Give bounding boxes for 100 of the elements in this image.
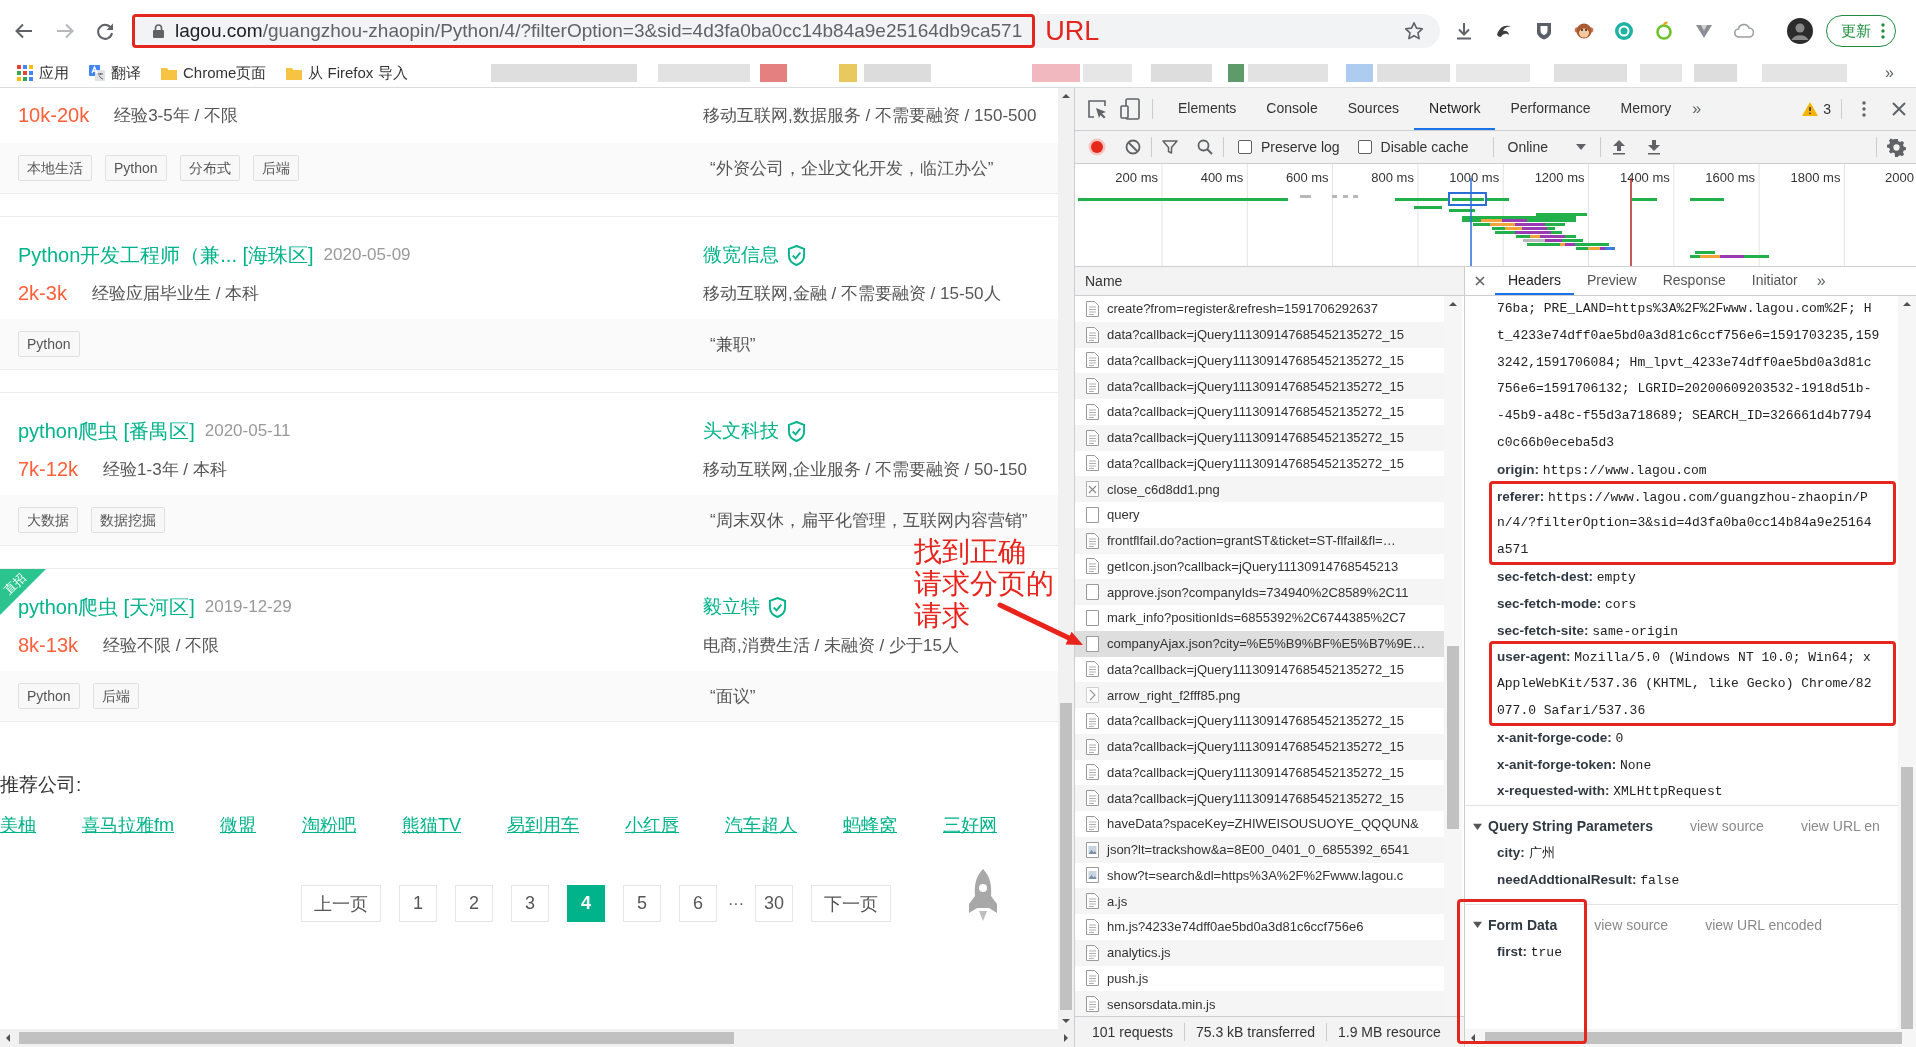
request-row[interactable]: close_c6d8dd1.png <box>1075 476 1444 502</box>
column-header[interactable]: Name <box>1075 267 1464 296</box>
warning-count[interactable]: 3 <box>1823 101 1831 117</box>
close-icon[interactable] <box>1892 102 1906 116</box>
view-link[interactable]: view URL en <box>1800 818 1880 835</box>
scrollbar-thumb[interactable] <box>19 1032 734 1044</box>
update-button[interactable]: 更新 <box>1826 15 1896 47</box>
detail-tab[interactable]: Headers <box>1495 267 1574 295</box>
page-button[interactable]: 30 <box>755 885 793 922</box>
settings-icon[interactable] <box>1887 137 1906 157</box>
request-row[interactable]: data?callback=jQuery111309147685452135272_15 <box>1075 373 1444 399</box>
avatar-icon[interactable] <box>1787 18 1813 44</box>
devtools-tab[interactable]: Performance <box>1495 88 1606 130</box>
request-row[interactable]: arrow_right_f2fff85.png <box>1075 682 1444 708</box>
scrollbar-thumb[interactable] <box>1901 767 1913 1029</box>
checkbox[interactable] <box>1357 140 1372 154</box>
blank-file-icon <box>1086 584 1099 601</box>
scrollbar-thumb[interactable] <box>1485 1032 1902 1044</box>
search-icon[interactable] <box>1197 139 1213 155</box>
page-button[interactable]: 1 <box>399 885 437 922</box>
view-link[interactable]: view source <box>1689 818 1764 835</box>
request-row[interactable]: data?callback=jQuery111309147685452135272_15 <box>1075 424 1444 451</box>
page-button[interactable]: 3 <box>511 885 549 922</box>
expand-triangle-icon[interactable] <box>1473 821 1482 831</box>
skill-tag[interactable]: 后端 <box>92 683 139 709</box>
request-row[interactable]: data?callback=jQuery111309147685452135272_15 <box>1075 733 1444 760</box>
inspect-icon[interactable] <box>1086 98 1108 120</box>
skill-tag[interactable]: 大数据 <box>18 507 78 533</box>
skill-tag[interactable]: 分布式 <box>179 155 240 181</box>
disc-icon[interactable] <box>1614 21 1634 41</box>
devtools-tab[interactable]: Elements <box>1163 88 1252 130</box>
request-row[interactable]: approve.json?companyIds=734940%2C8589%2C11 <box>1075 579 1444 605</box>
scrollbar[interactable] <box>1058 88 1074 1029</box>
request-row[interactable]: data?callback=jQuery111309147685452135272_15 <box>1075 321 1444 348</box>
scrollbar[interactable] <box>1444 296 1462 1016</box>
request-row[interactable]: sensorsdata.min.js <box>1075 991 1444 1016</box>
clear-icon[interactable] <box>1125 139 1141 155</box>
devtools-tab[interactable]: Sources <box>1332 88 1415 130</box>
scrollbar[interactable] <box>1898 296 1916 1029</box>
more-bookmarks-button[interactable]: » <box>1885 64 1894 82</box>
page-button[interactable]: 5 <box>623 885 661 922</box>
skill-tag[interactable]: Python <box>18 683 80 709</box>
download-icon[interactable] <box>1454 21 1474 41</box>
monkey-icon[interactable] <box>1574 21 1594 41</box>
more-tabs-button[interactable]: » <box>1686 100 1708 118</box>
skill-tag[interactable]: Python <box>105 155 167 181</box>
bookmark[interactable]: Chrome页面 <box>161 63 267 83</box>
bookmark[interactable]: 翻译 <box>89 63 141 83</box>
detail-tab[interactable]: Preview <box>1573 267 1650 295</box>
preserve-log-checkbox[interactable]: Preserve log <box>1238 139 1340 155</box>
skill-tag[interactable]: 数据挖掘 <box>91 507 165 533</box>
reload-icon[interactable] <box>95 21 115 41</box>
page-button[interactable]: 2 <box>455 885 493 922</box>
device-icon[interactable] <box>1120 98 1142 120</box>
upload-icon[interactable] <box>1611 139 1627 155</box>
detail-tab[interactable]: Response <box>1649 267 1739 295</box>
expand-triangle-icon[interactable] <box>1473 920 1482 930</box>
throttling-select[interactable]: Online <box>1507 139 1586 155</box>
bookmark[interactable]: 从 Firefox 导入 <box>286 63 408 83</box>
devtools-tab[interactable]: Memory <box>1605 88 1687 130</box>
skill-tag[interactable]: Python <box>18 331 80 357</box>
section-title[interactable]: Query String Parameters <box>1488 818 1653 835</box>
scrollbar-thumb[interactable] <box>1060 703 1072 1010</box>
next-page-button[interactable]: 下一页 <box>811 885 891 922</box>
request-row[interactable]: a.js <box>1075 888 1444 914</box>
detail-tab[interactable]: Initiator <box>1738 267 1811 295</box>
filter-icon[interactable] <box>1162 139 1178 155</box>
request-row[interactable]: json?lt=trackshow&a=8E00_0401_0_6855392_6541 <box>1075 836 1444 863</box>
disable-cache-checkbox[interactable]: Disable cache <box>1357 139 1469 155</box>
star-icon[interactable] <box>1404 21 1424 41</box>
prev-page-button[interactable]: 上一页 <box>301 885 381 922</box>
cross-image-icon <box>1086 481 1099 498</box>
skill-tag[interactable]: 后端 <box>252 155 299 181</box>
view-link[interactable]: view URL encoded <box>1705 916 1823 933</box>
record-icon[interactable] <box>1088 138 1106 156</box>
request-row[interactable]: companyAjax.json?city=%E5%B9%BF%E5%B7%9E… <box>1075 630 1444 657</box>
kebab-icon[interactable] <box>1862 101 1866 117</box>
request-row[interactable]: analytics.js <box>1075 939 1444 966</box>
back-icon[interactable] <box>14 21 34 41</box>
request-row[interactable]: data?callback=jQuery111309147685452135272_15 <box>1075 785 1444 811</box>
shield-icon[interactable] <box>1534 21 1554 41</box>
view-link[interactable]: view source <box>1594 916 1669 933</box>
bookmark[interactable]: 应用 <box>17 63 69 83</box>
scrollbar[interactable] <box>0 1029 1074 1047</box>
skill-tag[interactable]: 本地生活 <box>18 155 92 181</box>
more-tabs-button[interactable]: » <box>1810 272 1832 290</box>
checkbox[interactable] <box>1238 140 1252 154</box>
timing-bar <box>1353 195 1358 198</box>
cloud-icon[interactable] <box>1734 21 1754 41</box>
request-row[interactable]: frontflfail.do?action=grantST&ticket=ST-flfail&fl=… <box>1075 527 1444 554</box>
image-file-icon <box>1086 867 1099 884</box>
page-button[interactable]: 6 <box>679 885 717 922</box>
download-icon[interactable] <box>1646 139 1662 155</box>
scrollbar-thumb[interactable] <box>1447 646 1459 829</box>
devtools-tab[interactable]: Console <box>1251 88 1333 130</box>
section-title[interactable]: Form Data <box>1488 916 1558 933</box>
warning-icon[interactable] <box>1802 102 1819 116</box>
address-bar[interactable]: lagou.com/guangzhou-zhaopin/Python/4/?filterOption=3&sid=4d3fa0ba0cc14b84a9e25164db9ca571 URL <box>132 14 1440 48</box>
close-icon[interactable] <box>1475 276 1485 286</box>
scrollbar[interactable] <box>1465 1029 1916 1047</box>
